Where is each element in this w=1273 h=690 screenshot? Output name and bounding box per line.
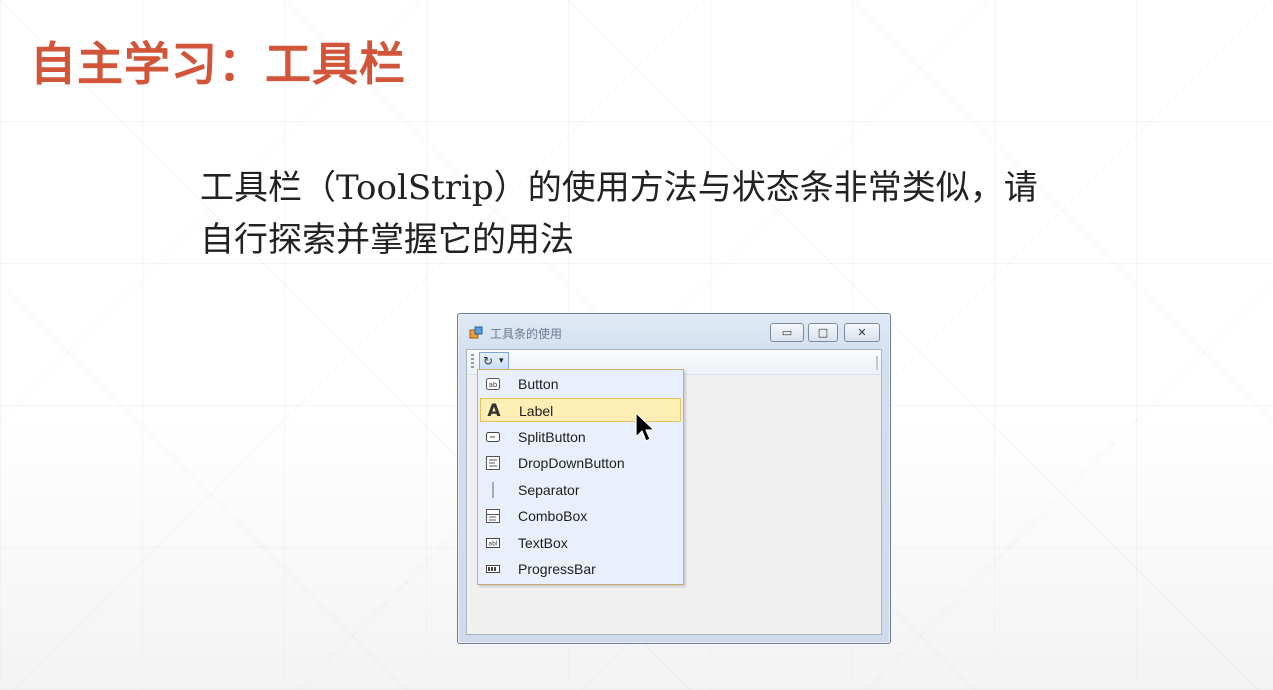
menu-item-label: Separator: [518, 482, 580, 498]
svg-text:ab: ab: [489, 381, 498, 389]
window-titlebar[interactable]: 工具条的使用 ▭ □ ✕: [458, 314, 890, 350]
menu-item-label: ComboBox: [518, 508, 588, 524]
menu-item-label: Button: [518, 376, 559, 392]
toolstrip-item-icon: ↻: [483, 354, 494, 368]
menu-item-button[interactable]: ab Button: [480, 372, 681, 396]
add-item-dropdown-menu: ab Button A Label SplitButton DropDownBu…: [477, 369, 684, 585]
maximize-button[interactable]: □: [808, 323, 838, 342]
maximize-icon: □: [817, 326, 829, 339]
button-icon: ab: [485, 376, 501, 392]
slide-body-line: 工具栏（ToolStrip）的使用方法与状态条非常类似，请: [200, 168, 1038, 208]
minimize-button[interactable]: ▭: [770, 323, 804, 342]
close-button[interactable]: ✕: [844, 323, 880, 342]
menu-item-label: SplitButton: [518, 429, 586, 445]
menu-item-progressbar[interactable]: ProgressBar: [480, 557, 681, 581]
menu-item-label: Label: [519, 403, 554, 419]
textbox-icon: abl: [485, 535, 501, 551]
slide-body: 工具栏（ToolStrip）的使用方法与状态条非常类似，请 自行探索并掌握它的用…: [200, 162, 1200, 266]
menu-item-label: TextBox: [518, 535, 568, 551]
toolstrip-edge: [876, 356, 878, 370]
close-icon: ✕: [857, 326, 867, 339]
toolstrip-grip-icon[interactable]: [471, 354, 474, 370]
label-icon: A: [487, 401, 501, 421]
menu-item-dropdownbutton[interactable]: DropDownButton: [480, 451, 681, 475]
form-app-icon: [469, 326, 483, 339]
dropdown-button-icon: [485, 455, 501, 471]
progressbar-icon: [485, 561, 501, 577]
menu-item-label: ProgressBar: [518, 561, 596, 577]
svg-text:abl: abl: [488, 541, 497, 548]
menu-item-label: DropDownButton: [518, 455, 625, 471]
separator-icon: [485, 482, 501, 498]
menu-item-combobox[interactable]: ComboBox: [480, 504, 681, 528]
split-button-icon: [485, 429, 501, 445]
window-title: 工具条的使用: [490, 327, 563, 341]
menu-item-textbox[interactable]: abl TextBox: [480, 531, 681, 555]
slide-title: 自主学习：工具栏: [30, 37, 406, 91]
chevron-down-icon[interactable]: ▾: [499, 356, 504, 366]
slide-body-line: 自行探索并掌握它的用法: [200, 220, 574, 260]
minimize-icon: ▭: [781, 326, 793, 339]
mouse-pointer-icon: [635, 412, 655, 442]
menu-item-separator[interactable]: Separator: [480, 478, 681, 502]
combobox-icon: [485, 508, 501, 524]
